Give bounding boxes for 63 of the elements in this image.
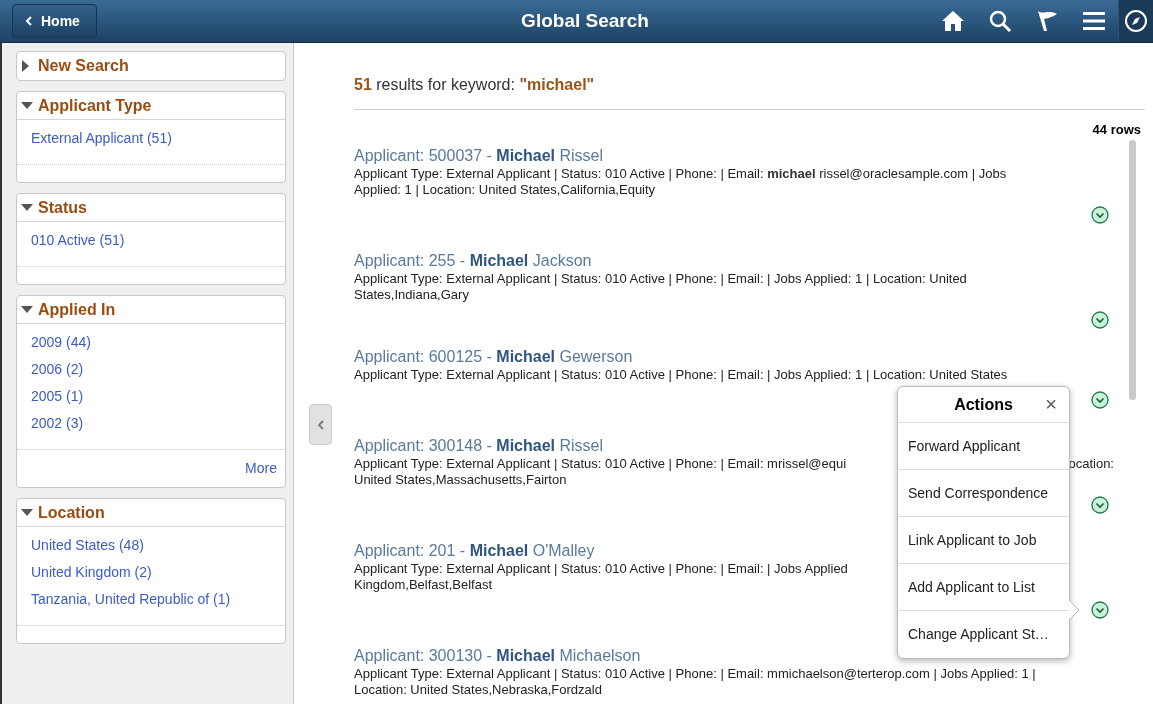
filter-link[interactable]: United Kingdom (2) — [17, 559, 152, 586]
filter-link[interactable]: 2002 (3) — [17, 410, 84, 437]
result-details: Applicant Type: External Applicant | Status: 010 Active | Phone: | Email: | Jobs Applied: 1 | Location: United — [354, 271, 967, 287]
home-button[interactable]: Home — [12, 4, 97, 38]
action-menu-item[interactable]: Send Correspondence — [898, 470, 1069, 517]
result-title-link[interactable]: Applicant: 300148 - Michael Rissel — [354, 436, 604, 456]
panel-header[interactable]: New Search — [17, 52, 285, 80]
popup-title: Actions — [954, 394, 1013, 415]
result-details: Applied: 1 | Location: United States,California,Equity — [354, 182, 656, 198]
more-link[interactable]: More — [245, 458, 277, 479]
result-details: Applicant Type: External Applicant | Status: 010 Active | Phone: | Email: mrissel@equi — [354, 456, 847, 472]
result-details: Applicant Type: External Applicant | Status: 010 Active | Phone: | Email: | Jobs Applied — [354, 561, 848, 577]
compass-icon — [1124, 9, 1148, 33]
chevron-down-circle-icon[interactable] — [1091, 311, 1109, 329]
result-details: ocation: — [1068, 456, 1114, 472]
menu-icon[interactable] — [1083, 11, 1105, 31]
filter-link[interactable]: Tanzania, United Republic of (1) — [17, 586, 231, 613]
result-title-link[interactable]: Applicant: 201 - Michael O'Malley — [354, 541, 595, 561]
caret-down-icon — [21, 204, 33, 211]
page-title: Global Search — [520, 8, 650, 33]
close-button[interactable]: × — [1045, 393, 1057, 415]
search-icon[interactable] — [988, 9, 1012, 33]
filter-link[interactable]: 2009 (44) — [17, 329, 91, 356]
chevron-down-circle-icon[interactable] — [1091, 391, 1109, 409]
chevron-left-icon — [25, 16, 33, 26]
row-count: 44 rows — [1091, 122, 1142, 138]
action-menu-item[interactable]: Add Applicant to List — [898, 564, 1069, 611]
chevron-down-circle-icon[interactable] — [1091, 496, 1109, 514]
action-menu-item[interactable]: Change Applicant St… — [898, 611, 1069, 658]
chevron-down-circle-icon[interactable] — [1091, 206, 1109, 224]
filter-link[interactable]: 010 Active (51) — [17, 227, 125, 254]
result-title-link[interactable]: Applicant: 600125 - Michael Gewerson — [354, 347, 633, 367]
result-details: Applicant Type: External Applicant | Status: 010 Active | Phone: | Email: michael rissel@oraclesample.com | Jobs — [354, 166, 1007, 182]
caret-right-icon — [22, 60, 29, 72]
filter-link[interactable]: External Applicant (51) — [17, 125, 172, 152]
home-icon[interactable] — [941, 10, 965, 32]
chevron-down-circle-icon[interactable] — [1091, 601, 1109, 619]
result-title-link[interactable]: Applicant: 255 - Michael Jackson — [354, 251, 592, 271]
caret-down-icon — [21, 102, 33, 109]
result-title-link[interactable]: Applicant: 300130 - Michael Michaelson — [354, 646, 641, 666]
result-title-link[interactable]: Applicant: 500037 - Michael Rissel — [354, 146, 604, 166]
panel-header[interactable]: Applicant Type — [17, 92, 285, 120]
filter-link[interactable]: 2006 (2) — [17, 356, 84, 383]
compass-button[interactable] — [1118, 0, 1153, 42]
flag-icon[interactable] — [1035, 9, 1059, 33]
result-details: United States,Massachusetts,Fairton — [354, 472, 567, 488]
filter-link[interactable]: 2005 (1) — [17, 383, 84, 410]
scrollbar[interactable] — [1129, 140, 1136, 400]
result-details: Kingdom,Belfast,Belfast — [354, 577, 493, 593]
results-summary: 51 results for keyword: "michael" — [354, 43, 1145, 110]
result-details: Applicant Type: External Applicant | Status: 010 Active | Phone: | Email: mmichaelson@terterop.com | Jobs Applied: 1 | — [354, 666, 1036, 682]
result-details: Applicant Type: External Applicant | Status: 010 Active | Phone: | Email: | Jobs Applied: 1 | Location: United States — [354, 367, 1008, 383]
panel-header[interactable]: Status — [17, 194, 285, 222]
filter-link[interactable]: United States (48) — [17, 532, 144, 559]
caret-down-icon — [21, 509, 33, 516]
result-details: States,Indiana,Gary — [354, 287, 469, 303]
chevron-left-icon — [316, 419, 325, 430]
panel-header[interactable]: Applied In — [17, 296, 285, 324]
caret-down-icon — [21, 306, 33, 313]
panel-header[interactable]: Location — [17, 499, 285, 527]
result-details: Location: United States,Nebraska,Fordzald — [354, 682, 602, 698]
action-menu-item[interactable]: Forward Applicant — [898, 423, 1069, 470]
action-menu-item[interactable]: Link Applicant to Job — [898, 517, 1069, 564]
